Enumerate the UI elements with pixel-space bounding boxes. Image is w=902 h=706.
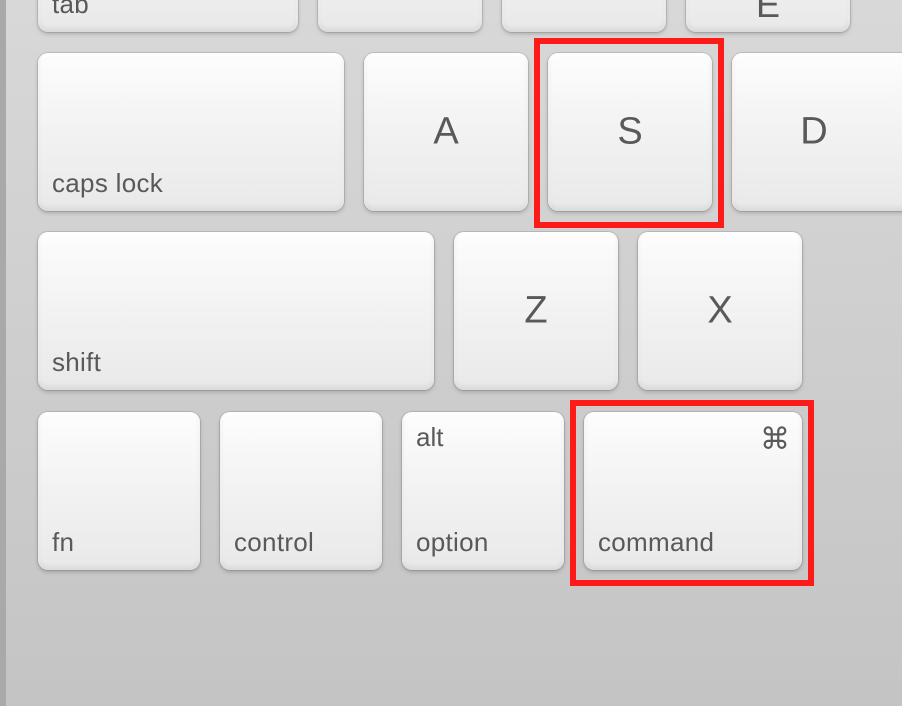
d-key-label: D: [800, 111, 827, 154]
shift-key-label: shift: [52, 347, 101, 378]
x-key-label: X: [707, 290, 732, 333]
x-key[interactable]: X: [638, 232, 802, 390]
e-key[interactable]: E: [686, 0, 850, 32]
z-key[interactable]: Z: [454, 232, 618, 390]
e-key-label: E: [756, 0, 780, 26]
command-icon: ⌘: [760, 422, 790, 457]
a-key[interactable]: A: [364, 53, 528, 211]
option-key-label: option: [416, 527, 489, 558]
s-key[interactable]: S: [548, 53, 712, 211]
q-key[interactable]: Q: [318, 0, 482, 32]
option-key[interactable]: alt option: [402, 412, 564, 570]
fn-key-label: fn: [52, 527, 74, 558]
tab-key[interactable]: tab: [38, 0, 298, 32]
capslock-key-label: caps lock: [52, 168, 163, 199]
control-key-label: control: [234, 527, 314, 558]
command-key-label: command: [598, 527, 714, 558]
a-key-label: A: [433, 111, 458, 154]
fn-key[interactable]: fn: [38, 412, 200, 570]
control-key[interactable]: control: [220, 412, 382, 570]
shift-key[interactable]: shift: [38, 232, 434, 390]
option-key-alt-label: alt: [416, 422, 443, 453]
z-key-label: Z: [524, 290, 547, 333]
keyboard: tab Q W E caps lock A S D shift Z X fn c…: [0, 0, 902, 706]
tab-key-label: tab: [52, 0, 89, 20]
command-key[interactable]: ⌘ command: [584, 412, 802, 570]
d-key[interactable]: D: [732, 53, 902, 211]
w-key[interactable]: W: [502, 0, 666, 32]
s-key-label: S: [617, 111, 642, 154]
capslock-key[interactable]: caps lock: [38, 53, 344, 211]
